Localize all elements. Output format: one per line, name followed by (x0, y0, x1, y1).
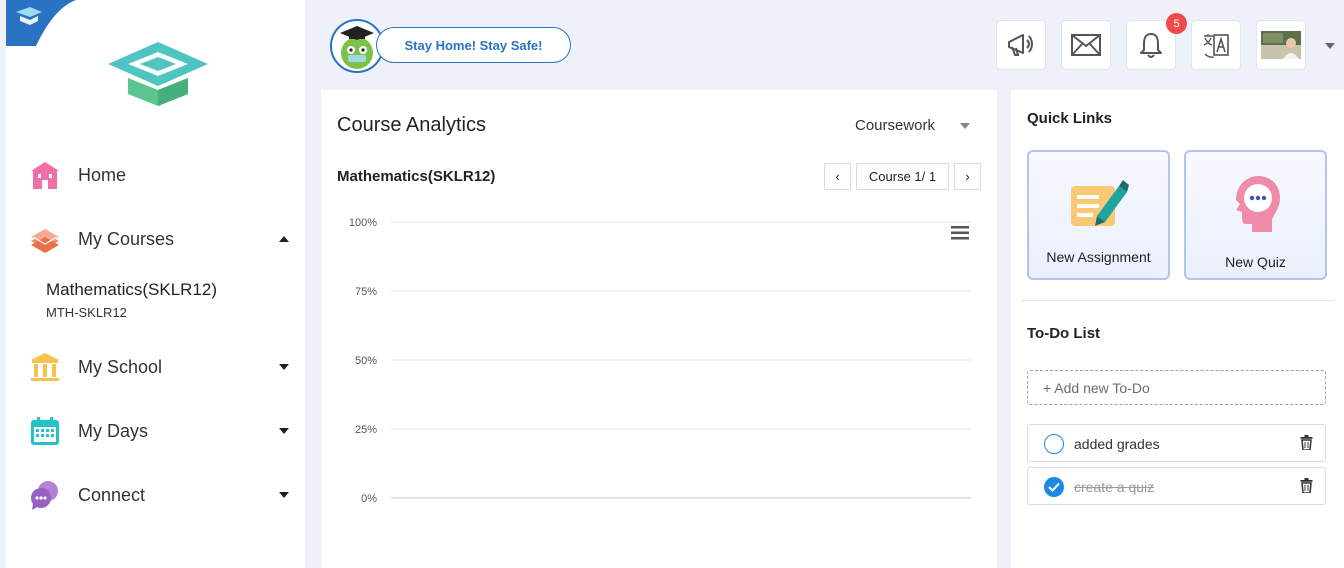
prev-course-button[interactable]: ‹ (824, 163, 851, 190)
unchecked-circle-icon[interactable] (1044, 434, 1064, 454)
avatar (1261, 31, 1301, 59)
nav-label: Connect (78, 484, 146, 505)
course-title: Mathematics(SKLR12) (46, 280, 218, 299)
y-tick-label: 100% (349, 217, 377, 229)
caret-down-icon[interactable] (279, 428, 289, 434)
app-logo-icon (108, 42, 208, 106)
home-icon (28, 158, 62, 192)
course-analytics-panel: Course Analytics Coursework Mathematics(… (321, 90, 997, 568)
todo-item[interactable]: added grades (1027, 424, 1326, 462)
right-panel: Quick Links New Assignment New Quiz To-D… (1011, 90, 1344, 568)
y-tick-label: 50% (355, 355, 377, 367)
nav-label: Home (78, 164, 127, 185)
nav-label: My Courses (78, 228, 175, 249)
nav-label: My Days (78, 420, 149, 441)
caret-down-icon[interactable] (279, 364, 289, 370)
course-pager-label: Course 1/ 1 (856, 163, 949, 190)
nav-label: My School (78, 356, 163, 377)
notification-badge: 5 (1166, 13, 1187, 34)
profile-button[interactable] (1256, 20, 1306, 70)
add-todo-input[interactable] (1027, 370, 1326, 405)
coursework-dropdown[interactable]: Coursework (855, 117, 935, 134)
course-link[interactable]: Mathematics(SKLR12) MTH-SKLR12 (46, 280, 217, 320)
y-tick-label: 75% (355, 286, 377, 298)
nav-my-courses[interactable]: My Courses (6, 219, 305, 259)
nav-connect[interactable]: Connect (6, 475, 305, 515)
translate-icon (1203, 34, 1229, 58)
todo-item[interactable]: create a quiz (1027, 467, 1326, 505)
course-code: MTH-SKLR12 (46, 305, 127, 320)
mail-button[interactable] (1061, 20, 1111, 70)
quick-links-title: Quick Links (1027, 110, 1113, 127)
nav-my-days[interactable]: My Days (6, 411, 305, 451)
todo-title: To-Do List (1027, 325, 1101, 342)
school-icon (28, 350, 62, 384)
chevron-down-icon[interactable] (960, 123, 970, 129)
y-tick-label: 25% (355, 424, 377, 436)
calendar-icon (28, 414, 62, 448)
nav-home[interactable]: Home (6, 155, 305, 195)
announcements-button[interactable] (996, 20, 1046, 70)
quick-link-label: New Assignment (1046, 249, 1151, 265)
bell-icon (1140, 33, 1162, 58)
books-icon (28, 222, 62, 256)
quiz-icon (1236, 176, 1280, 232)
caret-up-icon[interactable] (279, 236, 289, 242)
nav-my-school[interactable]: My School (6, 347, 305, 387)
megaphone-icon (1008, 34, 1033, 56)
chat-icon (28, 478, 62, 512)
new-assignment-button[interactable]: New Assignment (1027, 150, 1170, 280)
profile-caret-icon[interactable] (1325, 43, 1335, 49)
app-corner-logo-icon[interactable] (6, 0, 78, 48)
trash-icon[interactable] (1300, 435, 1313, 450)
assignment-icon (1071, 180, 1129, 226)
chart-menu-icon[interactable] (951, 226, 969, 240)
y-tick-label: 0% (361, 493, 377, 505)
trash-icon[interactable] (1300, 478, 1313, 493)
quick-link-label: New Quiz (1225, 254, 1286, 270)
mail-icon (1071, 34, 1101, 56)
analytics-title: Course Analytics (337, 114, 486, 136)
divider (1021, 300, 1334, 301)
new-quiz-button[interactable]: New Quiz (1184, 150, 1327, 280)
caret-down-icon[interactable] (279, 492, 289, 498)
analytics-course-name: Mathematics(SKLR12) (337, 168, 496, 185)
sidebar: Home My Courses Mathematics(SKLR12) MTH-… (6, 0, 305, 568)
todo-text: added grades (1074, 436, 1160, 452)
analytics-chart: 100% 75% 50% 25% 0% (349, 217, 971, 505)
next-course-button[interactable]: › (954, 163, 981, 190)
language-button[interactable] (1191, 20, 1241, 70)
stay-safe-banner[interactable]: Stay Home! Stay Safe! (376, 27, 571, 63)
checked-circle-icon[interactable] (1044, 477, 1064, 497)
todo-text: create a quiz (1074, 479, 1155, 495)
